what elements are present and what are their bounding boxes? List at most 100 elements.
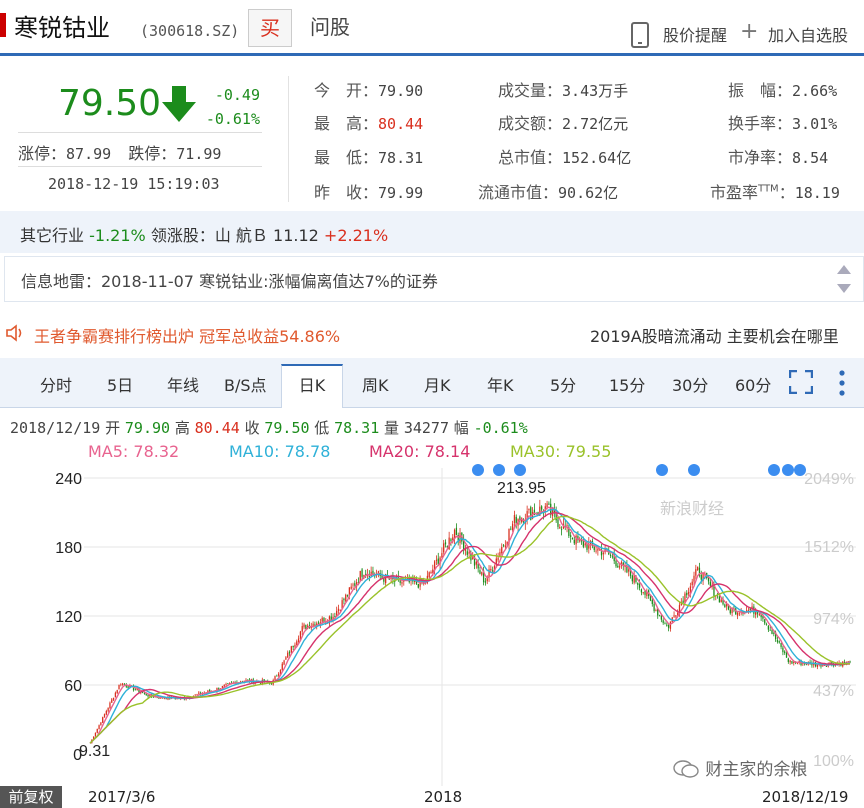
- plus-icon[interactable]: +: [740, 19, 758, 44]
- candle-body: [294, 644, 296, 647]
- candle-body: [194, 694, 196, 696]
- candle-body: [292, 645, 294, 648]
- candle-body: [738, 613, 740, 615]
- candle-body: [107, 707, 109, 712]
- x-axis-label: 2017/3/6: [88, 788, 156, 806]
- tab-yearly-k[interactable]: 年K: [487, 372, 514, 396]
- tab-weekly-k[interactable]: 周K: [362, 372, 389, 396]
- event-marker-icon[interactable]: [472, 464, 484, 476]
- ask-stock-link[interactable]: 问股: [310, 11, 350, 40]
- candle-body: [673, 615, 675, 617]
- candle-body: [765, 624, 768, 626]
- more-options-icon[interactable]: [838, 370, 846, 396]
- event-marker-icon[interactable]: [493, 464, 505, 476]
- fullscreen-icon[interactable]: [789, 370, 813, 394]
- industry-row[interactable]: 其它行业 -1.21% 领涨股：山 航Ｂ 11.12 +2.21%: [0, 211, 864, 253]
- ad-link-right[interactable]: 2019A股暗流涌动 主要机会在哪里: [590, 323, 839, 347]
- candle-body: [637, 582, 639, 585]
- candle-body: [557, 519, 559, 527]
- candle-body: [787, 658, 789, 662]
- candle-body: [111, 699, 113, 703]
- candle-body: [290, 646, 292, 653]
- candle-body: [114, 692, 117, 698]
- stat-amplitude: 振 幅：2.66%: [728, 81, 838, 100]
- candle-body: [597, 548, 599, 551]
- leader-stock-change: +2.21%: [323, 226, 389, 245]
- candle-body: [789, 660, 791, 663]
- tab-monthly-k[interactable]: 月K: [424, 372, 451, 396]
- stat-market-cap: 总市值：152.64亿: [498, 148, 632, 167]
- candle-body: [736, 612, 739, 616]
- event-marker-icon[interactable]: [782, 464, 794, 476]
- tab-5day[interactable]: 5日: [107, 372, 133, 396]
- candle-body: [475, 561, 477, 565]
- stat-prev-close: 昨 收：79.99: [314, 183, 424, 202]
- max-price-label: 213.95: [497, 480, 546, 497]
- ad-link-left[interactable]: 王者争霸赛排行榜出炉 冠军总收益54.86%: [34, 323, 340, 347]
- candle-body: [651, 599, 653, 604]
- candle-body: [116, 690, 118, 694]
- scroll-up-icon[interactable]: [837, 265, 851, 274]
- y-tick-label: 60: [64, 678, 82, 695]
- candle-body: [609, 554, 612, 556]
- candle-body: [769, 629, 771, 631]
- tab-60min[interactable]: 60分: [735, 372, 771, 396]
- x-axis-label: 2018/12/19: [762, 788, 849, 806]
- candle-body: [299, 631, 302, 639]
- candle-body: [767, 625, 770, 630]
- candle-body: [758, 614, 760, 615]
- candle-body: [112, 697, 115, 700]
- tab-15min[interactable]: 15分: [609, 372, 645, 396]
- stat-float-cap: 流通市值：90.62亿: [478, 183, 619, 202]
- pct-tick-label: 1512%: [804, 539, 854, 556]
- candle-body: [317, 622, 320, 624]
- event-marker-icon[interactable]: [656, 464, 668, 476]
- tab-5min[interactable]: 5分: [550, 372, 576, 396]
- candle-body: [301, 626, 303, 632]
- candle-body: [756, 612, 759, 614]
- candle-body: [359, 570, 361, 582]
- tab-bs-points[interactable]: B/S点: [224, 372, 267, 396]
- candle-body: [283, 660, 285, 665]
- candle-body: [502, 545, 505, 547]
- wechat-watermark: 财主家的余粮: [672, 755, 807, 780]
- candle-body: [548, 503, 550, 505]
- candle-body: [134, 689, 136, 691]
- candle-body: [417, 583, 419, 588]
- add-favorite-link[interactable]: 加入自选股: [768, 22, 848, 46]
- candle-body: [666, 624, 668, 626]
- event-marker-icon[interactable]: [768, 464, 780, 476]
- candle-body: [118, 684, 120, 690]
- candle-body: [102, 717, 104, 723]
- tab-daily-k[interactable]: 日K: [281, 364, 343, 408]
- forward-adjust-button[interactable]: 前复权: [0, 786, 62, 808]
- tab-intraday[interactable]: 分时: [40, 372, 72, 396]
- candle-body: [571, 537, 574, 540]
- price-change-pct: -0.61%: [205, 110, 260, 128]
- stat-turnover: 成交额：2.72亿元: [498, 114, 629, 133]
- event-marker-icon[interactable]: [514, 464, 526, 476]
- candle-body: [428, 572, 430, 578]
- phone-icon[interactable]: [631, 22, 649, 48]
- scroll-down-icon[interactable]: [837, 284, 851, 293]
- kline-chart[interactable]: 2401801206002049%1512%974%437%100%213.95…: [0, 458, 864, 786]
- candle-body: [778, 641, 780, 643]
- candle-body: [720, 599, 722, 603]
- pct-tick-label: 100%: [813, 753, 854, 770]
- x-axis-label: 2018: [424, 788, 463, 806]
- event-marker-icon[interactable]: [688, 464, 700, 476]
- industry-name[interactable]: 其它行业: [20, 226, 84, 245]
- buy-button[interactable]: 买: [248, 9, 292, 47]
- ad-row: 王者争霸赛排行榜出炉 冠军总收益54.86% 2019A股暗流涌动 主要机会在哪…: [0, 318, 864, 348]
- candle-body: [504, 545, 507, 547]
- info-mine-text[interactable]: 信息地雷：2018-11-07 寒锐钴业:涨幅偏离值达7%的证券: [21, 268, 438, 292]
- tab-yearline[interactable]: 年线: [167, 372, 199, 396]
- leader-stock-name[interactable]: 山 航Ｂ: [215, 226, 268, 245]
- candle-body: [696, 566, 699, 570]
- candle-body: [345, 594, 347, 602]
- tab-30min[interactable]: 30分: [672, 372, 708, 396]
- candle-body: [511, 523, 514, 530]
- price-alert-link[interactable]: 股价提醒: [663, 22, 727, 46]
- candle-body: [764, 619, 766, 624]
- info-mine-row[interactable]: 信息地雷：2018-11-07 寒锐钴业:涨幅偏离值达7%的证券: [4, 256, 864, 302]
